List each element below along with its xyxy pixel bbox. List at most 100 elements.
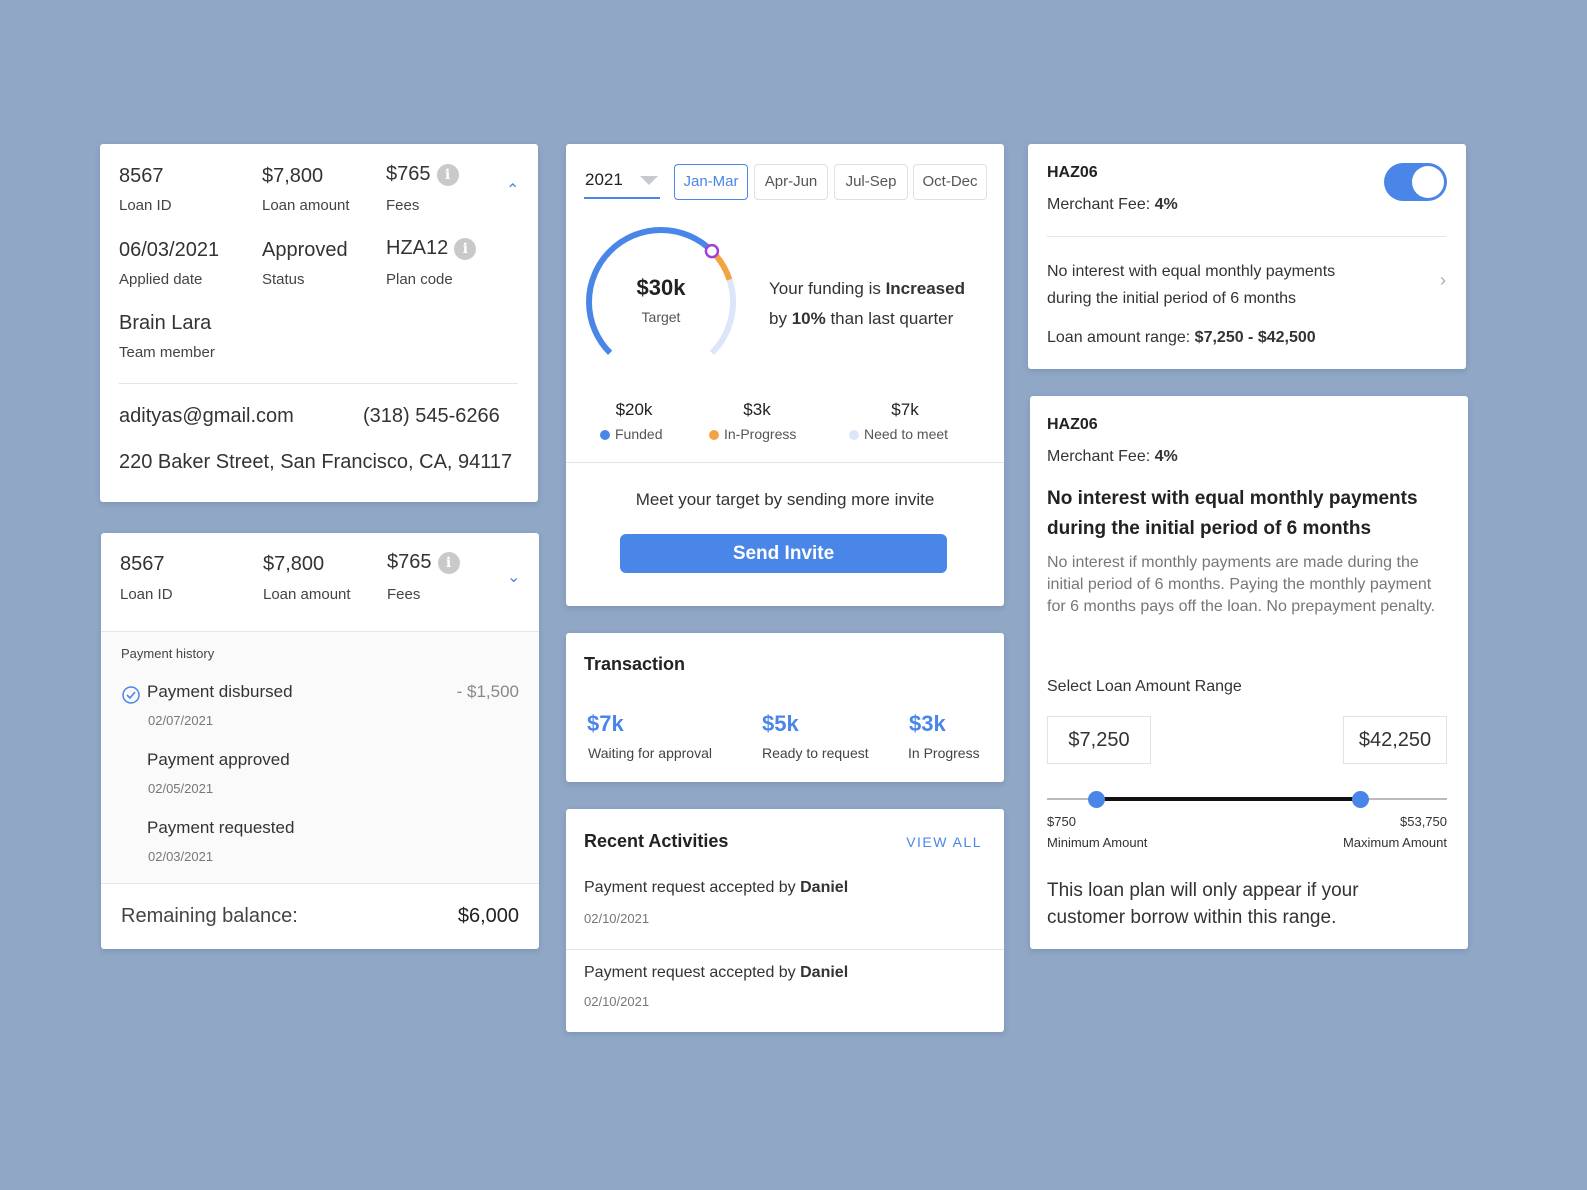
tab-apr-jun[interactable]: Apr-Jun	[754, 164, 828, 200]
caret-down-icon	[640, 176, 658, 185]
activity-item[interactable]: Payment request accepted by Daniel	[584, 879, 848, 897]
loan-id: 8567	[120, 553, 165, 575]
divider	[566, 949, 1004, 950]
fees: $765	[387, 551, 432, 573]
transaction-card: Transaction $7k Waiting for approval $5k…	[566, 633, 1004, 782]
transaction-value: $7k	[587, 711, 624, 736]
legend-need: Need to meet	[849, 426, 948, 442]
divider	[119, 383, 518, 384]
activity-text: Payment request accepted by	[584, 964, 801, 981]
tab-jul-sep[interactable]: Jul-Sep	[834, 164, 908, 200]
fee-value: 4%	[1154, 448, 1178, 465]
loan-amount: $7,800	[262, 165, 324, 187]
max-value: $53,750	[1400, 814, 1447, 829]
info-icon[interactable]: i	[437, 551, 460, 574]
activity-date: 02/10/2021	[584, 994, 650, 1009]
plan-toggle[interactable]	[1384, 163, 1447, 201]
remaining-balance-value: $6,000	[457, 905, 519, 927]
phone[interactable]: (318) 545-6266	[363, 405, 500, 428]
fee-value: 4%	[1154, 196, 1178, 213]
select-range-label: Select Loan Amount Range	[1047, 678, 1242, 695]
check-circle-icon	[122, 686, 140, 704]
transaction-label: Ready to request	[762, 745, 869, 761]
transaction-value: $5k	[762, 711, 799, 736]
team-member-label: Team member	[119, 344, 215, 361]
min-amount-input[interactable]: $7,250	[1047, 716, 1151, 764]
year-select[interactable]: 2021	[584, 166, 660, 199]
address: 220 Baker Street, San Francisco, CA, 941…	[119, 451, 513, 473]
fees: $765	[386, 163, 431, 185]
min-label: Minimum Amount	[1047, 835, 1148, 850]
max-label: Maximum Amount	[1342, 835, 1447, 850]
plan-code-label: Plan code	[386, 271, 453, 288]
slider-handle-max[interactable]	[1352, 791, 1370, 808]
history-date: 02/05/2021	[148, 781, 214, 796]
remaining-balance-label: Remaining balance:	[121, 905, 298, 927]
msg-text: by	[769, 309, 792, 328]
plan-code: HZA12	[386, 237, 449, 259]
fees-label: Fees	[387, 586, 421, 603]
merchant-fee: Merchant Fee: 4%	[1047, 196, 1178, 214]
info-icon[interactable]: i	[436, 163, 459, 186]
merchant-fee: Merchant Fee: 4%	[1047, 448, 1178, 466]
loan-amount: $7,800	[263, 553, 325, 575]
team-member: Brain Lara	[119, 312, 212, 334]
desc-line: No interest with equal monthly payments	[1047, 263, 1336, 280]
loan-amount-label: Loan amount	[262, 197, 350, 214]
legend-value: $3k	[743, 400, 771, 419]
slider-handle-min[interactable]	[1088, 791, 1106, 808]
headline-line: No interest with equal monthly payments	[1047, 488, 1418, 509]
loan-plan-card[interactable]: HAZ06 Merchant Fee: 4% No interest with …	[1028, 144, 1466, 369]
tab-jan-mar[interactable]: Jan-Mar	[674, 164, 748, 200]
slider-fill	[1096, 797, 1361, 801]
payment-history-title: Payment history	[121, 646, 215, 661]
email[interactable]: adityas@gmail.com	[119, 405, 294, 428]
loan-id-label: Loan ID	[119, 197, 172, 214]
payment-history-card: 8567 Loan ID $7,800 Loan amount $765 i Fe…	[101, 533, 539, 949]
plan-description: No interest with equal monthly payments d…	[1047, 258, 1335, 312]
divider	[566, 462, 1004, 463]
fee-label: Merchant Fee:	[1047, 196, 1155, 213]
msg-bold: 10%	[791, 309, 826, 328]
loan-plan-detail-card: HAZ06 Merchant Fee: 4% No interest with …	[1030, 396, 1468, 949]
fees-label: Fees	[386, 197, 420, 214]
gauge-marker	[704, 243, 720, 259]
fee-label: Merchant Fee:	[1047, 448, 1155, 465]
activities-title: Recent Activities	[584, 831, 729, 851]
transaction-label: Waiting for approval	[588, 745, 712, 761]
min-value: $750	[1047, 814, 1076, 829]
loan-amount-label: Loan amount	[263, 586, 351, 603]
activity-user: Daniel	[800, 964, 849, 981]
activity-text: Payment request accepted by	[584, 879, 801, 896]
history-title: Payment disbursed	[147, 682, 293, 701]
send-invite-button[interactable]: Send Invite	[620, 534, 947, 573]
chevron-right-icon[interactable]: ›	[1440, 270, 1446, 291]
chevron-down-icon[interactable]: ⌄	[507, 567, 520, 587]
legend-dot	[600, 430, 610, 441]
legend-label: In-Progress	[724, 426, 797, 442]
max-amount-input[interactable]: $42,250	[1343, 716, 1447, 764]
loan-range: Loan amount range: $7,250 - $42,500	[1047, 329, 1316, 347]
history-title: Payment requested	[147, 818, 295, 837]
loan-details-card: 8567 Loan ID $7,800 Loan amount $765 i Fe…	[100, 144, 538, 502]
history-title: Payment approved	[147, 750, 290, 769]
chevron-up-icon[interactable]: ⌃	[506, 180, 519, 200]
loan-id-label: Loan ID	[120, 586, 173, 603]
funding-card: 2021 Jan-Mar Apr-Jun Jul-Sep Oct-Dec $30…	[566, 144, 1004, 606]
plan-code: HAZ06	[1047, 416, 1098, 433]
plan-footer: This loan plan will only appear if your c…	[1047, 877, 1359, 931]
msg-text: than last quarter	[825, 309, 954, 328]
plan-code: HAZ06	[1047, 164, 1098, 181]
activity-item[interactable]: Payment request accepted by Daniel	[584, 964, 848, 982]
range-value: $7,250 - $42,500	[1194, 329, 1316, 346]
footer-line: customer borrow within this range.	[1047, 907, 1337, 928]
info-icon[interactable]: i	[454, 237, 477, 260]
legend-dot	[849, 430, 859, 441]
target-label: Target	[641, 309, 681, 325]
target-value: $30k	[636, 275, 686, 300]
legend-value: $20k	[615, 400, 653, 419]
divider	[1047, 236, 1446, 237]
tab-oct-dec[interactable]: Oct-Dec	[913, 164, 987, 200]
invite-text: Meet your target by sending more invite	[635, 490, 935, 509]
view-all-link[interactable]: VIEW ALL	[906, 834, 982, 850]
